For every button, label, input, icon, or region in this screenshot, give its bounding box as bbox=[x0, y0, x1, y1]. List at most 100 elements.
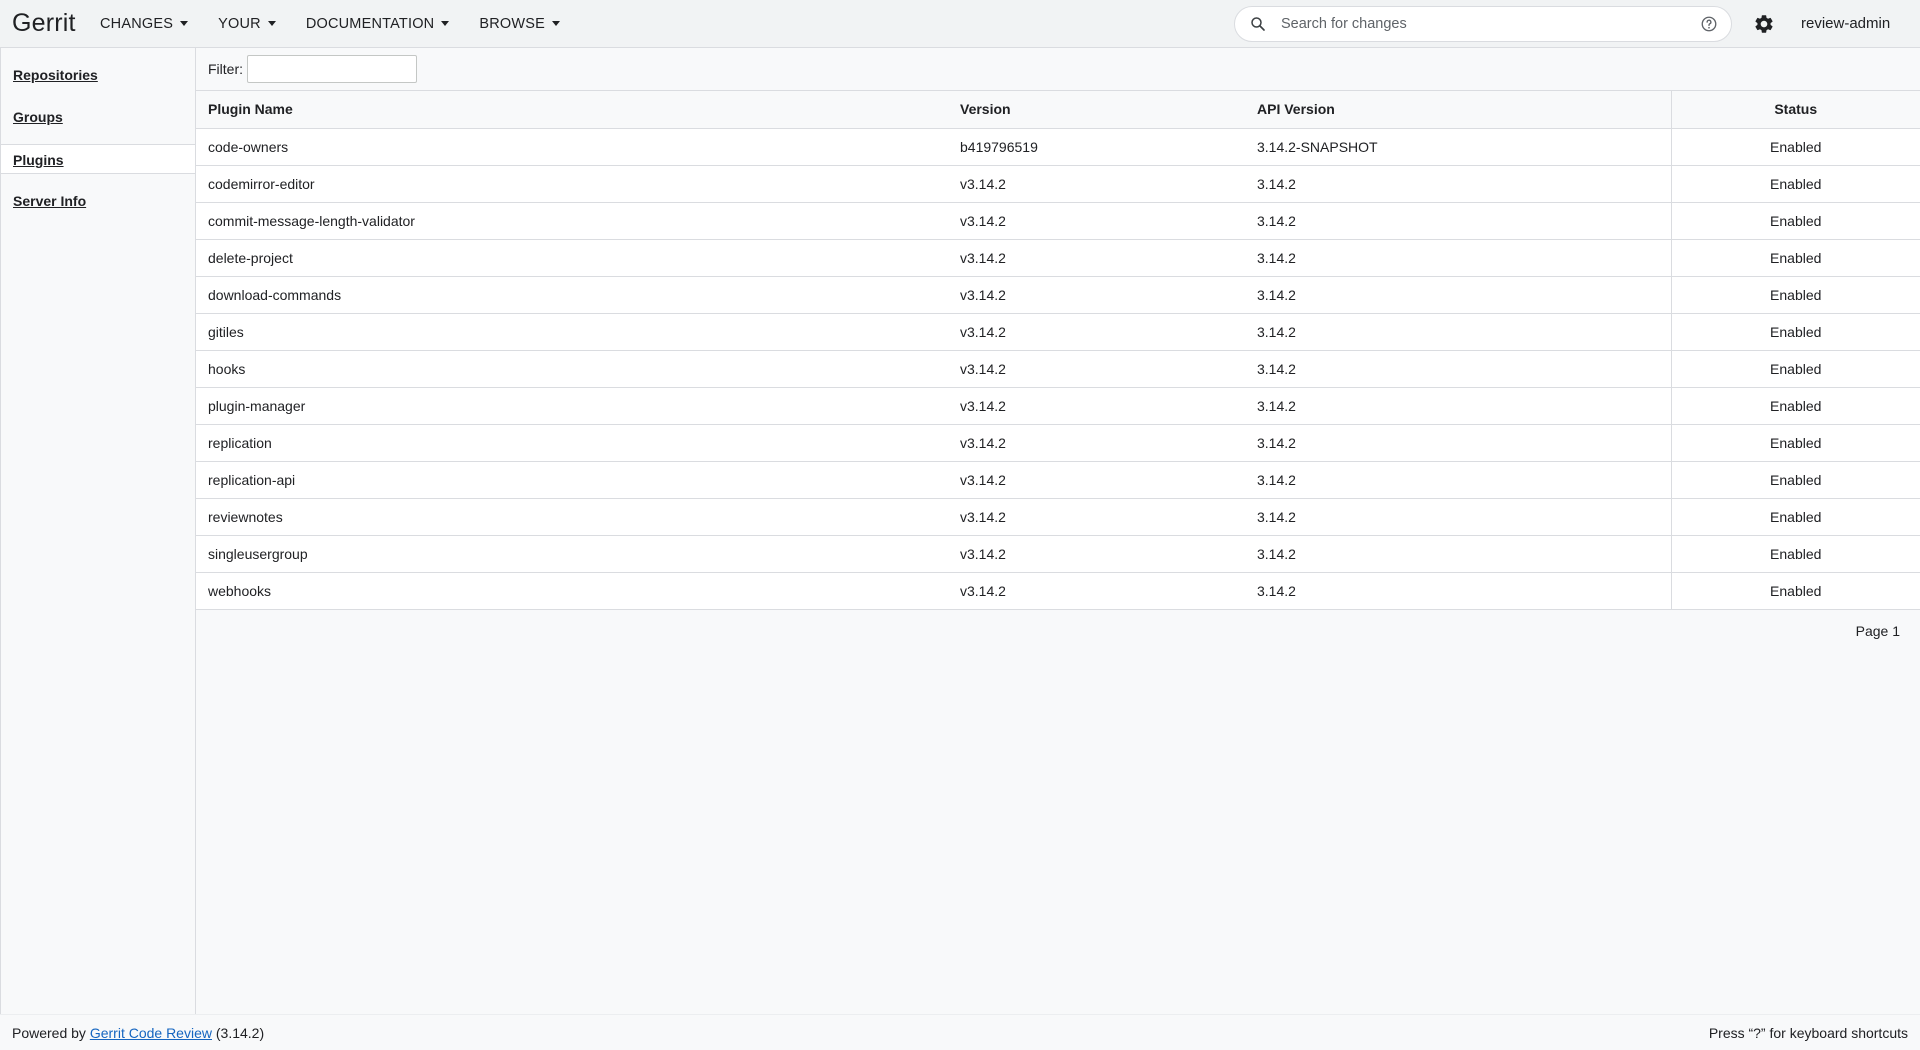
caret-down-icon bbox=[552, 21, 560, 26]
table-row: download-commands v3.14.2 3.14.2 Enabled bbox=[196, 276, 1920, 314]
plugin-api-version-cell: 3.14.2 bbox=[1245, 276, 1671, 314]
plugin-status-cell: Enabled bbox=[1670, 535, 1920, 573]
table-row: hooks v3.14.2 3.14.2 Enabled bbox=[196, 350, 1920, 388]
menu-your-label: YOUR bbox=[218, 15, 261, 32]
plugins-table: Plugin Name Version API Version Status c… bbox=[196, 91, 1920, 610]
filter-bar: Filter: bbox=[196, 48, 1920, 91]
plugin-version-cell: v3.14.2 bbox=[948, 424, 1245, 462]
plugin-name-cell[interactable]: reviewnotes bbox=[196, 498, 948, 536]
powered-by: Powered by Gerrit Code Review (3.14.2) bbox=[12, 1025, 264, 1041]
menu-documentation[interactable]: DOCUMENTATION bbox=[304, 0, 462, 48]
caret-down-icon bbox=[267, 21, 276, 26]
plugin-version-cell: b419796519 bbox=[948, 128, 1245, 166]
top-header: Gerrit CHANGES YOUR DOCUMENTATION BROWSE bbox=[0, 0, 1920, 48]
plugin-name-cell[interactable]: commit-message-length-validator bbox=[196, 202, 948, 240]
plugin-name-cell[interactable]: singleusergroup bbox=[196, 535, 948, 573]
plugin-status-cell: Enabled bbox=[1670, 350, 1920, 388]
plugin-status-cell: Enabled bbox=[1670, 165, 1920, 203]
plugin-status-cell: Enabled bbox=[1670, 461, 1920, 499]
table-row: plugin-manager v3.14.2 3.14.2 Enabled bbox=[196, 387, 1920, 425]
plugin-name-cell[interactable]: codemirror-editor bbox=[196, 165, 948, 203]
gerrit-code-review-link[interactable]: Gerrit Code Review bbox=[90, 1025, 212, 1041]
plugin-version-cell: v3.14.2 bbox=[948, 239, 1245, 277]
table-row: code-owners b419796519 3.14.2-SNAPSHOT Enab… bbox=[196, 128, 1920, 166]
plugin-name-cell[interactable]: hooks bbox=[196, 350, 948, 388]
sidebar-item-plugins[interactable]: Plugins bbox=[1, 144, 195, 174]
plugin-api-version-cell: 3.14.2 bbox=[1245, 424, 1671, 462]
caret-down-icon bbox=[180, 21, 189, 26]
plugin-status-cell: Enabled bbox=[1670, 424, 1920, 462]
filter-label: Filter: bbox=[208, 61, 243, 77]
table-header-row: Plugin Name Version API Version Status bbox=[196, 91, 1920, 129]
plugin-status-cell: Enabled bbox=[1670, 276, 1920, 314]
plugin-status-cell: Enabled bbox=[1670, 387, 1920, 425]
plugin-name-cell[interactable]: replication-api bbox=[196, 461, 948, 499]
column-header-version: Version bbox=[948, 91, 1245, 129]
help-circle-icon[interactable] bbox=[1687, 15, 1731, 33]
plugin-name-cell[interactable]: webhooks bbox=[196, 572, 948, 610]
plugin-api-version-cell: 3.14.2 bbox=[1245, 461, 1671, 499]
plugin-name-cell[interactable]: download-commands bbox=[196, 276, 948, 314]
plugin-api-version-cell: 3.14.2 bbox=[1245, 313, 1671, 351]
plugin-name-cell[interactable]: replication bbox=[196, 424, 948, 462]
plugin-version-cell: v3.14.2 bbox=[948, 313, 1245, 351]
plugin-api-version-cell: 3.14.2 bbox=[1245, 387, 1671, 425]
plugin-api-version-cell: 3.14.2 bbox=[1245, 535, 1671, 573]
gear-icon[interactable] bbox=[1752, 12, 1776, 36]
account-menu-username[interactable]: review-admin bbox=[1801, 0, 1890, 48]
plugin-version-cell: v3.14.2 bbox=[948, 165, 1245, 203]
column-header-api-version: API Version bbox=[1245, 91, 1671, 129]
plugin-version-cell: v3.14.2 bbox=[948, 461, 1245, 499]
plugin-status-cell: Enabled bbox=[1670, 202, 1920, 240]
menu-your[interactable]: YOUR bbox=[216, 0, 288, 48]
plugin-status-cell: Enabled bbox=[1670, 313, 1920, 351]
plugin-status-cell: Enabled bbox=[1670, 239, 1920, 277]
filter-input[interactable] bbox=[247, 55, 417, 83]
plugin-name-cell[interactable]: plugin-manager bbox=[196, 387, 948, 425]
version-label: (3.14.2) bbox=[215, 1024, 265, 1041]
plugin-version-cell: v3.14.2 bbox=[948, 498, 1245, 536]
plugin-api-version-cell: 3.14.2 bbox=[1245, 498, 1671, 536]
plugin-version-cell: v3.14.2 bbox=[948, 535, 1245, 573]
plugin-api-version-cell: 3.14.2 bbox=[1245, 165, 1671, 203]
page-footer: Powered by Gerrit Code Review (3.14.2) P… bbox=[0, 1014, 1920, 1050]
sidebar-item-groups[interactable]: Groups bbox=[1, 102, 195, 132]
menu-changes[interactable]: CHANGES bbox=[98, 0, 200, 48]
keyboard-shortcuts-hint: Press “?” for keyboard shortcuts bbox=[1708, 1024, 1908, 1041]
plugin-status-cell: Enabled bbox=[1670, 572, 1920, 610]
plugin-api-version-cell: 3.14.2-SNAPSHOT bbox=[1245, 128, 1671, 166]
admin-sidebar: Repositories Groups Plugins Server Info bbox=[0, 48, 196, 1014]
plugin-name-cell[interactable]: delete-project bbox=[196, 239, 948, 277]
plugin-version-cell: v3.14.2 bbox=[948, 572, 1245, 610]
powered-by-prefix: Powered by bbox=[12, 1024, 86, 1041]
gerrit-logo[interactable]: Gerrit bbox=[0, 9, 98, 38]
menu-browse[interactable]: BROWSE bbox=[477, 0, 572, 48]
table-row: commit-message-length-validator v3.14.2 3.… bbox=[196, 202, 1920, 240]
table-row: replication-api v3.14.2 3.14.2 Enabled bbox=[196, 461, 1920, 499]
column-header-status: Status bbox=[1670, 91, 1920, 129]
table-row: codemirror-editor v3.14.2 3.14.2 Enabled bbox=[196, 165, 1920, 203]
column-header-plugin-name: Plugin Name bbox=[196, 91, 948, 129]
plugin-name-cell[interactable]: gitiles bbox=[196, 313, 948, 351]
menu-changes-label: CHANGES bbox=[100, 15, 174, 32]
table-row: gitiles v3.14.2 3.14.2 Enabled bbox=[196, 313, 1920, 351]
plugin-version-cell: v3.14.2 bbox=[948, 387, 1245, 425]
caret-down-icon bbox=[441, 21, 450, 26]
plugin-api-version-cell: 3.14.2 bbox=[1245, 239, 1671, 277]
plugin-name-cell[interactable]: code-owners bbox=[196, 128, 948, 166]
search-input[interactable] bbox=[1281, 16, 1687, 32]
table-row: webhooks v3.14.2 3.14.2 Enabled bbox=[196, 572, 1920, 610]
plugin-api-version-cell: 3.14.2 bbox=[1245, 350, 1671, 388]
plugin-version-cell: v3.14.2 bbox=[948, 350, 1245, 388]
plugin-api-version-cell: 3.14.2 bbox=[1245, 572, 1671, 610]
menu-documentation-label: DOCUMENTATION bbox=[305, 15, 435, 32]
plugin-status-cell: Enabled bbox=[1670, 128, 1920, 166]
plugin-api-version-cell: 3.14.2 bbox=[1245, 202, 1671, 240]
plugin-version-cell: v3.14.2 bbox=[948, 276, 1245, 314]
plugin-version-cell: v3.14.2 bbox=[948, 202, 1245, 240]
pagination: Page 1 bbox=[196, 610, 1920, 652]
sidebar-item-server-info[interactable]: Server Info bbox=[1, 186, 195, 216]
menu-browse-label: BROWSE bbox=[479, 15, 545, 32]
table-row: replication v3.14.2 3.14.2 Enabled bbox=[196, 424, 1920, 462]
sidebar-item-repositories[interactable]: Repositories bbox=[1, 60, 195, 90]
